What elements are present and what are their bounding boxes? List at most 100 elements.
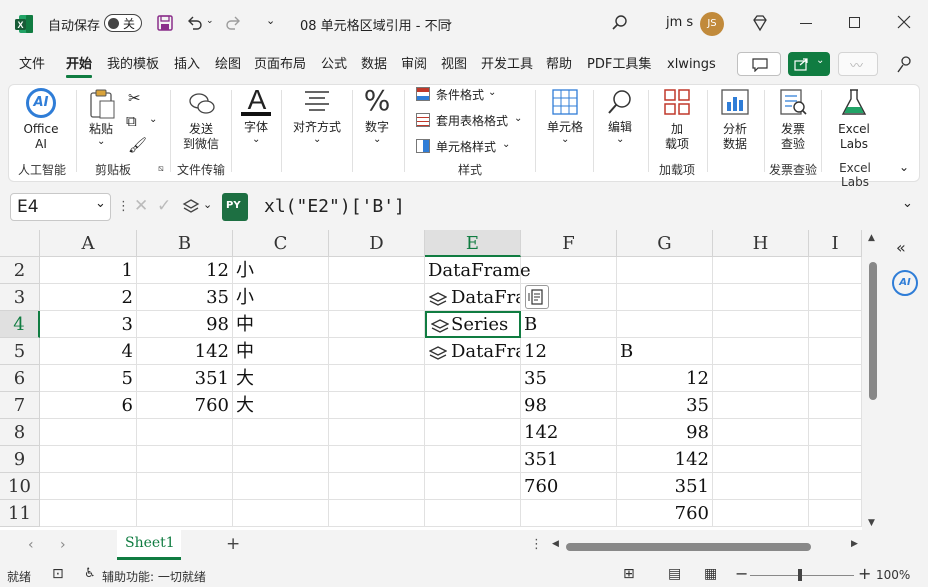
column-header-a[interactable]: A	[40, 230, 137, 257]
row-header-7[interactable]: 7	[0, 392, 40, 419]
window-title[interactable]: 08 单元格区域引用 - 不同	[300, 15, 451, 34]
cell-e7[interactable]	[425, 392, 521, 419]
share-button[interactable]: ⌄	[788, 52, 830, 76]
cell-f5[interactable]: 12	[521, 338, 617, 365]
cell-i4[interactable]	[809, 311, 862, 338]
cell-g4[interactable]	[617, 311, 713, 338]
close-icon[interactable]	[897, 15, 911, 29]
cell-b11[interactable]	[137, 500, 233, 527]
cell-i7[interactable]	[809, 392, 862, 419]
cell-d7[interactable]	[329, 392, 425, 419]
cell-f8[interactable]: 142	[521, 419, 617, 446]
row-header-6[interactable]: 6	[0, 365, 40, 392]
redo-icon[interactable]	[224, 14, 242, 32]
cell-h3[interactable]	[713, 284, 809, 311]
cell-c4[interactable]: 中	[233, 311, 329, 338]
cell-e6[interactable]	[425, 365, 521, 392]
tab-file[interactable]: 文件	[19, 55, 45, 75]
undo-dropdown-icon[interactable]: ⌄	[206, 16, 214, 26]
page-layout-view-icon[interactable]: ▤	[668, 566, 681, 582]
row-header-8[interactable]: 8	[0, 419, 40, 446]
analyze-data-button[interactable]: 分析 数据	[714, 86, 756, 152]
macro-record-icon[interactable]: ⊡	[52, 566, 64, 582]
cell-h7[interactable]	[713, 392, 809, 419]
card-popup-icon[interactable]	[525, 285, 549, 309]
cell-h11[interactable]	[713, 500, 809, 527]
column-header-d[interactable]: D	[329, 230, 425, 257]
python-output-dropdown-icon[interactable]: ⌄	[203, 198, 212, 211]
cell-e5[interactable]: DataFrame	[425, 338, 521, 365]
cell-h6[interactable]	[713, 365, 809, 392]
copy-icon[interactable]: ⧉	[126, 112, 137, 130]
row-header-2[interactable]: 2	[0, 257, 40, 284]
column-header-g[interactable]: G	[617, 230, 713, 257]
column-header-e[interactable]: E	[425, 230, 521, 257]
catch-up-button[interactable]: 〰	[838, 52, 878, 76]
cell-d10[interactable]	[329, 473, 425, 500]
conditional-format-button[interactable]: 条件格式 ⌄	[416, 87, 526, 105]
person-search-icon[interactable]	[895, 55, 913, 73]
row-header-5[interactable]: 5	[0, 338, 40, 365]
tab-data[interactable]: 数据	[361, 55, 387, 75]
formula-input[interactable]: xl("E2")['B'] ⌄	[252, 193, 920, 221]
search-icon[interactable]	[611, 14, 629, 32]
sheet-tab-sheet1[interactable]: Sheet1	[117, 530, 181, 560]
cell-d4[interactable]	[329, 311, 425, 338]
horizontal-scrollbar[interactable]	[566, 543, 811, 551]
cell-e10[interactable]	[425, 473, 521, 500]
more-dots-icon[interactable]: ⋮	[117, 199, 130, 214]
send-wechat-button[interactable]: 发送 到微信	[180, 86, 222, 152]
vscroll-down-icon[interactable]: ▼	[868, 518, 875, 528]
cell-h5[interactable]	[713, 338, 809, 365]
tab-help[interactable]: 帮助	[546, 55, 572, 75]
collapse-pane-icon[interactable]: «	[896, 238, 906, 257]
select-all-corner[interactable]	[0, 230, 40, 257]
tab-page-layout[interactable]: 页面布局	[254, 55, 306, 75]
enter-icon[interactable]: ✓	[157, 196, 171, 216]
cut-icon[interactable]: ✂	[128, 89, 141, 107]
save-icon[interactable]	[156, 14, 174, 32]
cell-style-button[interactable]: 单元格样式 ⌄	[416, 139, 526, 157]
copy-dropdown-icon[interactable]: ⌄	[149, 114, 157, 125]
excel-labs-button[interactable]: Excel Labs	[830, 86, 878, 152]
cell-c3[interactable]: 小	[233, 284, 329, 311]
cell-c11[interactable]	[233, 500, 329, 527]
cell-g7[interactable]: 35	[617, 392, 713, 419]
cell-f11[interactable]	[521, 500, 617, 527]
column-header-h[interactable]: H	[713, 230, 809, 257]
alignment-button[interactable]: 对齐方式 ⌄	[288, 86, 346, 152]
cell-h4[interactable]	[713, 311, 809, 338]
row-header-9[interactable]: 9	[0, 446, 40, 473]
cell-c6[interactable]: 大	[233, 365, 329, 392]
paste-button[interactable]: 粘贴 ⌄	[84, 86, 118, 152]
autosave-toggle[interactable]: 关	[104, 14, 142, 32]
hscroll-right-icon[interactable]: ▶	[851, 539, 858, 549]
row-header-4[interactable]: 4	[0, 311, 40, 338]
cell-d9[interactable]	[329, 446, 425, 473]
tab-view[interactable]: 视图	[441, 55, 467, 75]
tab-pdf-tools[interactable]: PDF工具集	[587, 55, 651, 75]
tab-review[interactable]: 审阅	[401, 55, 427, 75]
cell-b5[interactable]: 142	[137, 338, 233, 365]
cell-f7[interactable]: 98	[521, 392, 617, 419]
accessibility-status[interactable]: 辅助功能: 一切就绪	[102, 568, 206, 585]
row-header-11[interactable]: 11	[0, 500, 40, 527]
invoice-check-button[interactable]: 发票 查验	[772, 86, 814, 152]
scroll-left-sheet-icon[interactable]: ‹	[28, 537, 34, 553]
cell-d2[interactable]	[329, 257, 425, 284]
tab-home[interactable]: 开始	[66, 55, 92, 75]
zoom-slider-thumb[interactable]	[798, 569, 802, 581]
cell-i10[interactable]	[809, 473, 862, 500]
column-header-i[interactable]: I	[809, 230, 862, 257]
scroll-right-sheet-icon[interactable]: ›	[60, 537, 66, 553]
cell-b6[interactable]: 351	[137, 365, 233, 392]
cell-f2[interactable]	[521, 257, 617, 284]
cell-a2[interactable]: 1	[40, 257, 137, 284]
cell-f10[interactable]: 760	[521, 473, 617, 500]
avatar[interactable]: JS	[700, 12, 724, 36]
accessibility-icon[interactable]: ♿	[84, 566, 96, 581]
tab-developer[interactable]: 开发工具	[481, 55, 533, 75]
cancel-icon[interactable]: ✕	[134, 196, 148, 216]
customize-toolbar-icon[interactable]: ⌄	[266, 14, 275, 27]
cells-button[interactable]: 单元格 ⌄	[543, 86, 587, 152]
